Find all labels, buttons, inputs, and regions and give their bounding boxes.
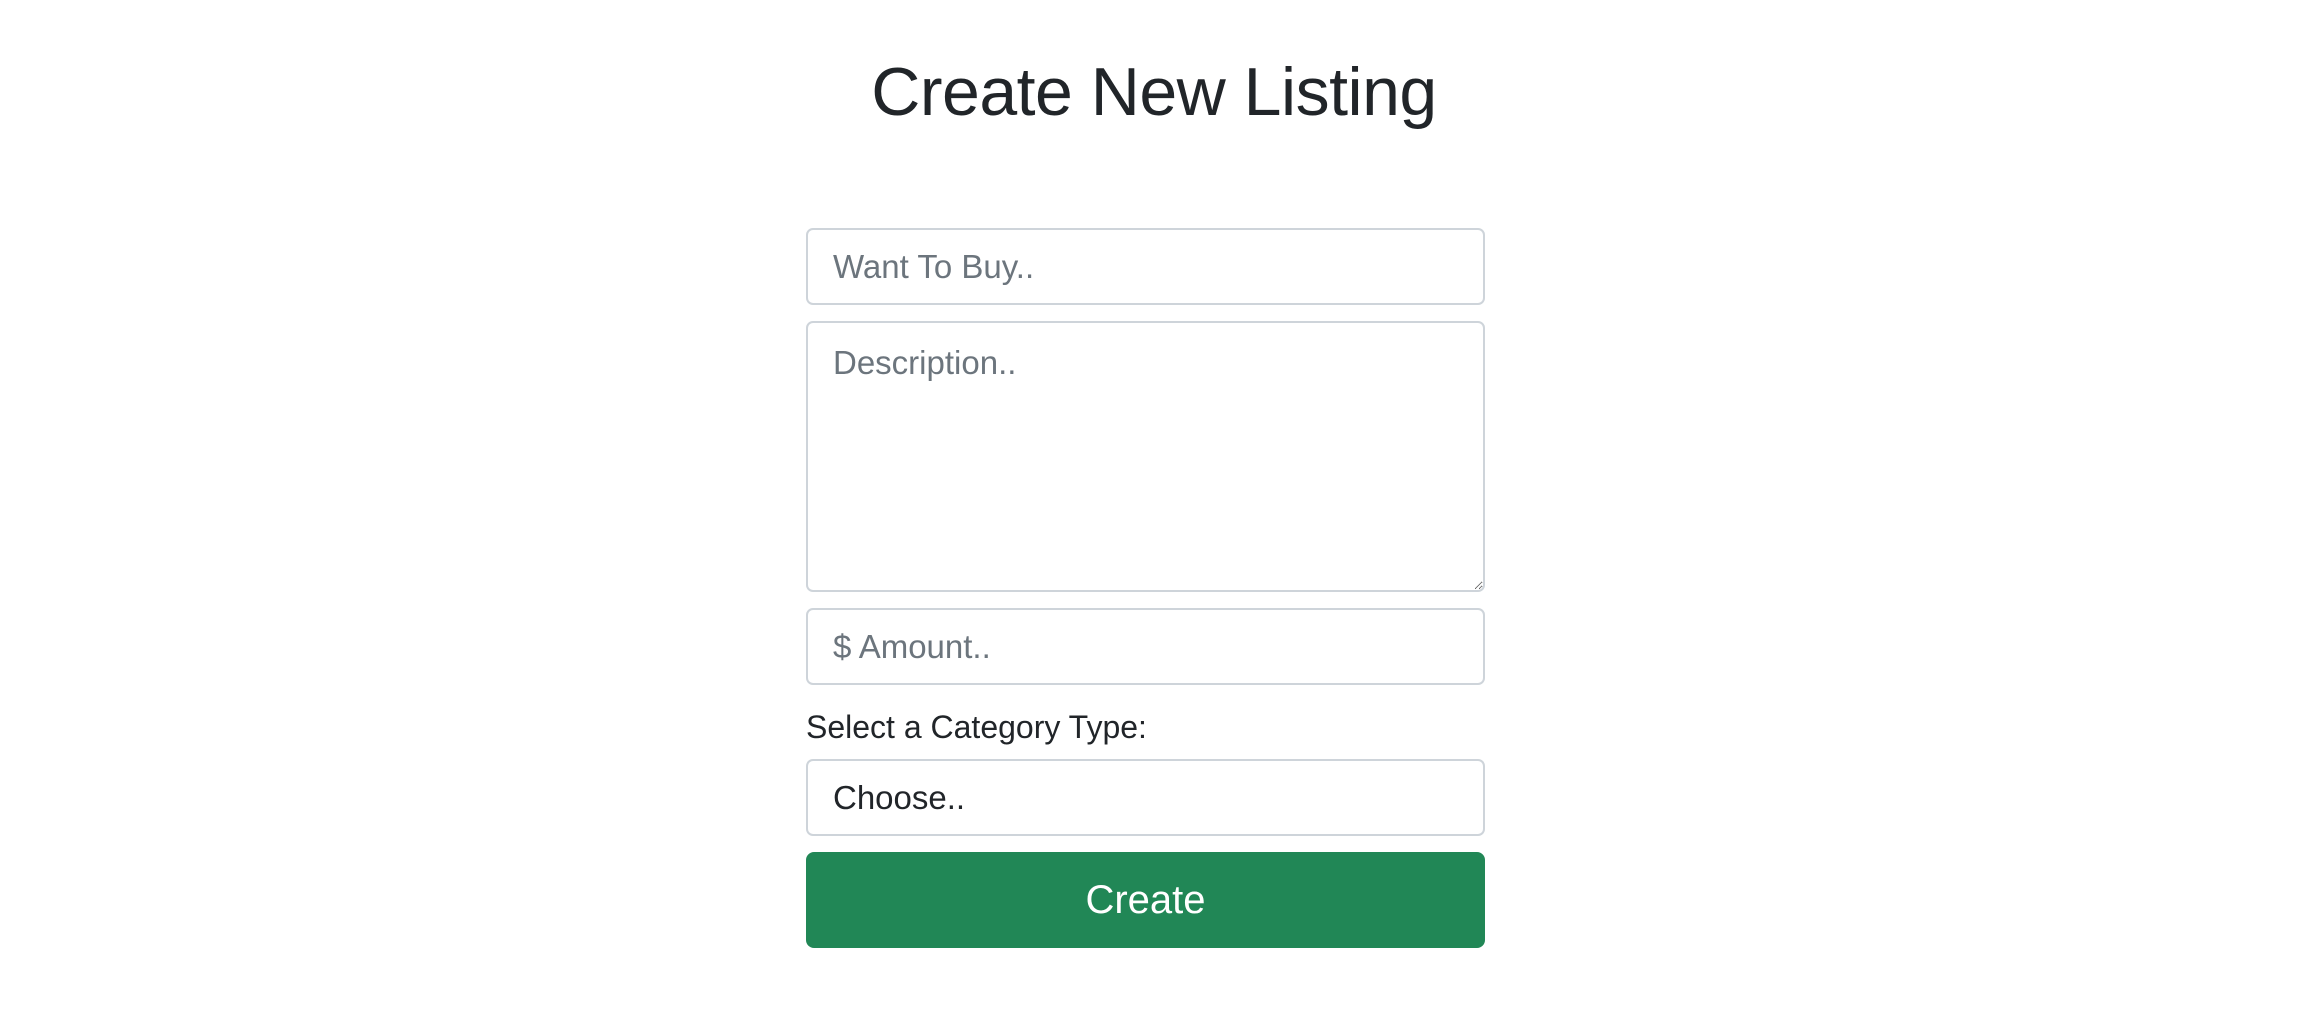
category-select-value: Choose.. [833, 778, 966, 816]
want-to-buy-input[interactable] [806, 228, 1485, 305]
create-listing-form: Select a Category Type: Choose.. Create [806, 228, 1485, 948]
create-button[interactable]: Create [806, 852, 1485, 948]
description-textarea[interactable] [806, 321, 1485, 592]
page-title: Create New Listing [871, 54, 1437, 130]
category-select-wrapper: Choose.. [806, 759, 1485, 836]
category-label: Select a Category Type: [806, 709, 1147, 745]
category-select[interactable]: Choose.. [806, 759, 1485, 836]
page: Create New Listing Select a Category Typ… [0, 0, 2308, 1020]
create-button-label: Create [1085, 877, 1206, 922]
amount-input[interactable] [806, 608, 1485, 685]
